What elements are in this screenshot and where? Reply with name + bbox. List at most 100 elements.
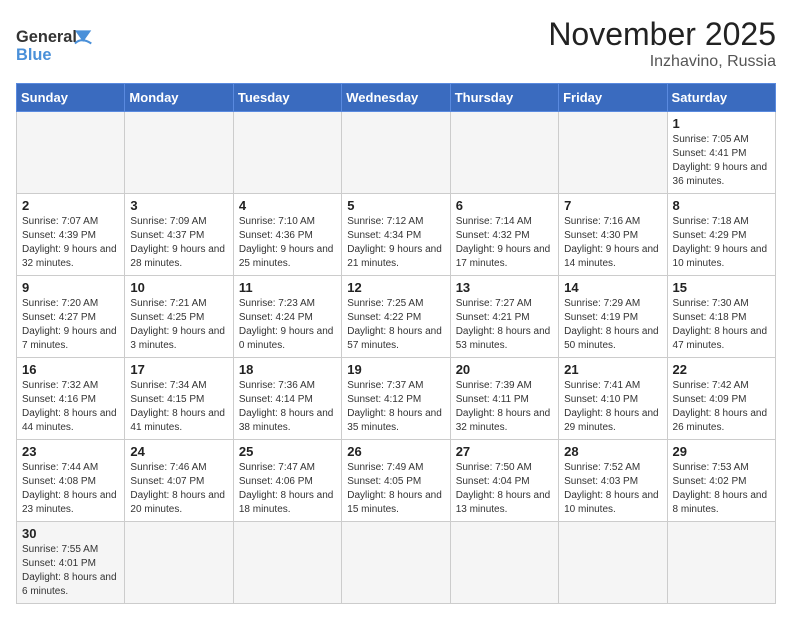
calendar-day-cell: 8 Sunrise: 7:18 AMSunset: 4:29 PMDaylight… [667, 194, 775, 276]
day-info: Sunrise: 7:46 AMSunset: 4:07 PMDaylight:… [130, 461, 227, 517]
weekday-header-sunday: Sunday [17, 84, 125, 112]
calendar-day-cell [342, 522, 450, 604]
day-number: 17 [130, 362, 227, 377]
day-info: Sunrise: 7:41 AMSunset: 4:10 PMDaylight:… [564, 379, 661, 435]
calendar-day-cell: 20Sunrise: 7:39 AMSunset: 4:11 PMDayligh… [450, 358, 558, 440]
calendar-day-cell [450, 112, 558, 194]
day-info: Sunrise: 7:37 AMSunset: 4:12 PMDaylight:… [347, 379, 444, 435]
calendar-day-cell [233, 522, 341, 604]
day-number: 26 [347, 444, 444, 459]
calendar-day-cell: 27 Sunrise: 7:50 AMSunset: 4:04 PMDayligh… [450, 440, 558, 522]
day-info: Sunrise: 7:10 AMSunset: 4:36 PMDaylight:… [239, 215, 336, 271]
day-number: 12 [347, 280, 444, 295]
logo-svg: General Blue [16, 16, 106, 71]
day-number: 4 [239, 198, 336, 213]
day-info: Sunrise: 7:30 AMSunset: 4:18 PMDaylight:… [673, 297, 770, 353]
day-info: Sunrise: 7:34 AMSunset: 4:15 PMDaylight:… [130, 379, 227, 435]
calendar-day-cell: 4 Sunrise: 7:10 AMSunset: 4:36 PMDaylight… [233, 194, 341, 276]
calendar-day-cell: 7 Sunrise: 7:16 AMSunset: 4:30 PMDaylight… [559, 194, 667, 276]
day-info: Sunrise: 7:14 AMSunset: 4:32 PMDaylight:… [456, 215, 553, 271]
day-number: 27 [456, 444, 553, 459]
day-number: 19 [347, 362, 444, 377]
day-number: 18 [239, 362, 336, 377]
calendar-day-cell: 26 Sunrise: 7:49 AMSunset: 4:05 PMDayligh… [342, 440, 450, 522]
day-info: Sunrise: 7:42 AMSunset: 4:09 PMDaylight:… [673, 379, 770, 435]
title-block: November 2025 Inzhavino, Russia [548, 16, 776, 71]
day-info: Sunrise: 7:21 AMSunset: 4:25 PMDaylight:… [130, 297, 227, 353]
day-number: 14 [564, 280, 661, 295]
calendar-day-cell [667, 522, 775, 604]
day-number: 25 [239, 444, 336, 459]
calendar-day-cell: 13Sunrise: 7:27 AMSunset: 4:21 PMDayligh… [450, 276, 558, 358]
day-info: Sunrise: 7:29 AMSunset: 4:19 PMDaylight:… [564, 297, 661, 353]
calendar-day-cell: 23Sunrise: 7:44 AMSunset: 4:08 PMDayligh… [17, 440, 125, 522]
calendar-day-cell [17, 112, 125, 194]
day-info: Sunrise: 7:50 AMSunset: 4:04 PMDaylight:… [456, 461, 553, 517]
calendar-day-cell: 6Sunrise: 7:14 AMSunset: 4:32 PMDaylight… [450, 194, 558, 276]
calendar-day-cell [450, 522, 558, 604]
calendar-week-row: 30 Sunrise: 7:55 AMSunset: 4:01 PMDayligh… [17, 522, 776, 604]
day-number: 2 [22, 198, 119, 213]
month-year-title: November 2025 [548, 16, 776, 53]
day-number: 3 [130, 198, 227, 213]
calendar-week-row: 2 Sunrise: 7:07 AMSunset: 4:39 PMDaylight… [17, 194, 776, 276]
day-number: 1 [673, 116, 770, 131]
location-subtitle: Inzhavino, Russia [548, 53, 776, 71]
weekday-header-wednesday: Wednesday [342, 84, 450, 112]
day-info: Sunrise: 7:32 AMSunset: 4:16 PMDaylight:… [22, 379, 119, 435]
day-number: 8 [673, 198, 770, 213]
svg-text:General: General [16, 28, 77, 46]
day-number: 15 [673, 280, 770, 295]
day-number: 11 [239, 280, 336, 295]
calendar-week-row: 1 Sunrise: 7:05 AMSunset: 4:41 PMDaylight… [17, 112, 776, 194]
weekday-header-tuesday: Tuesday [233, 84, 341, 112]
weekday-header-thursday: Thursday [450, 84, 558, 112]
day-info: Sunrise: 7:18 AMSunset: 4:29 PMDaylight:… [673, 215, 770, 271]
day-number: 22 [673, 362, 770, 377]
day-number: 13 [456, 280, 553, 295]
day-number: 21 [564, 362, 661, 377]
weekday-header-monday: Monday [125, 84, 233, 112]
day-info: Sunrise: 7:20 AMSunset: 4:27 PMDaylight:… [22, 297, 119, 353]
calendar-day-cell: 9 Sunrise: 7:20 AMSunset: 4:27 PMDaylight… [17, 276, 125, 358]
weekday-header-friday: Friday [559, 84, 667, 112]
day-info: Sunrise: 7:07 AMSunset: 4:39 PMDaylight:… [22, 215, 119, 271]
day-number: 24 [130, 444, 227, 459]
calendar-day-cell: 16 Sunrise: 7:32 AMSunset: 4:16 PMDayligh… [17, 358, 125, 440]
calendar-day-cell: 12Sunrise: 7:25 AMSunset: 4:22 PMDayligh… [342, 276, 450, 358]
day-info: Sunrise: 7:23 AMSunset: 4:24 PMDaylight:… [239, 297, 336, 353]
calendar-week-row: 23Sunrise: 7:44 AMSunset: 4:08 PMDayligh… [17, 440, 776, 522]
day-number: 5 [347, 198, 444, 213]
day-number: 20 [456, 362, 553, 377]
calendar-day-cell: 22 Sunrise: 7:42 AMSunset: 4:09 PMDayligh… [667, 358, 775, 440]
day-info: Sunrise: 7:49 AMSunset: 4:05 PMDaylight:… [347, 461, 444, 517]
day-number: 30 [22, 526, 119, 541]
calendar-week-row: 9 Sunrise: 7:20 AMSunset: 4:27 PMDaylight… [17, 276, 776, 358]
calendar-day-cell [342, 112, 450, 194]
calendar-day-cell: 28Sunrise: 7:52 AMSunset: 4:03 PMDayligh… [559, 440, 667, 522]
day-info: Sunrise: 7:36 AMSunset: 4:14 PMDaylight:… [239, 379, 336, 435]
calendar-day-cell: 2 Sunrise: 7:07 AMSunset: 4:39 PMDaylight… [17, 194, 125, 276]
day-info: Sunrise: 7:09 AMSunset: 4:37 PMDaylight:… [130, 215, 227, 271]
calendar-table: SundayMondayTuesdayWednesdayThursdayFrid… [16, 83, 776, 604]
day-info: Sunrise: 7:55 AMSunset: 4:01 PMDaylight:… [22, 543, 119, 599]
calendar-day-cell [559, 522, 667, 604]
logo: General Blue [16, 16, 106, 71]
day-info: Sunrise: 7:53 AMSunset: 4:02 PMDaylight:… [673, 461, 770, 517]
day-info: Sunrise: 7:12 AMSunset: 4:34 PMDaylight:… [347, 215, 444, 271]
calendar-day-cell: 18 Sunrise: 7:36 AMSunset: 4:14 PMDayligh… [233, 358, 341, 440]
day-info: Sunrise: 7:44 AMSunset: 4:08 PMDaylight:… [22, 461, 119, 517]
calendar-day-cell: 17 Sunrise: 7:34 AMSunset: 4:15 PMDayligh… [125, 358, 233, 440]
day-info: Sunrise: 7:16 AMSunset: 4:30 PMDaylight:… [564, 215, 661, 271]
day-info: Sunrise: 7:05 AMSunset: 4:41 PMDaylight:… [673, 133, 770, 189]
calendar-day-cell: 30 Sunrise: 7:55 AMSunset: 4:01 PMDayligh… [17, 522, 125, 604]
day-number: 9 [22, 280, 119, 295]
day-number: 16 [22, 362, 119, 377]
day-info: Sunrise: 7:52 AMSunset: 4:03 PMDaylight:… [564, 461, 661, 517]
svg-text:Blue: Blue [16, 46, 51, 64]
day-number: 7 [564, 198, 661, 213]
day-number: 29 [673, 444, 770, 459]
calendar-day-cell [125, 522, 233, 604]
calendar-day-cell: 1 Sunrise: 7:05 AMSunset: 4:41 PMDaylight… [667, 112, 775, 194]
calendar-day-cell: 5 Sunrise: 7:12 AMSunset: 4:34 PMDaylight… [342, 194, 450, 276]
